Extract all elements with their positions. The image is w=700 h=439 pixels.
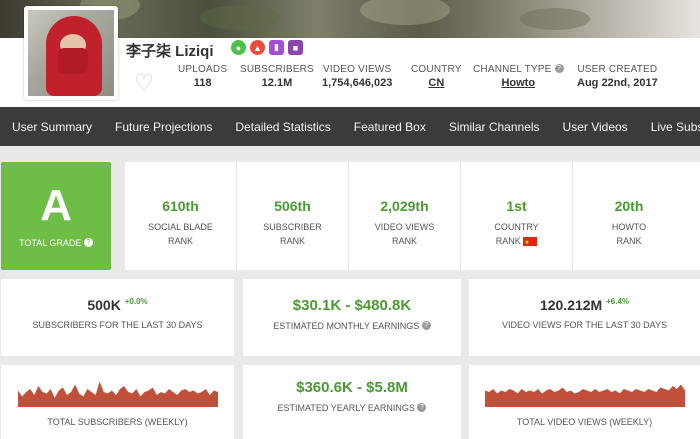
stat-user-created: USER CREATED Aug 22nd, 2017 [577,64,658,89]
nav-similar-channels[interactable]: Similar Channels [437,120,551,134]
stat-video-views: VIDEO VIEWS 1,754,646,023 [322,64,393,89]
channel-avatar[interactable] [24,6,118,100]
china-flag-icon [523,236,538,250]
channel-name: 李子柒 Liziqi [126,43,214,60]
video-icon[interactable]: ■ [288,40,303,55]
eye-icon[interactable]: ● [231,40,246,55]
rank-country: 1st COUNTRY RANK [461,162,573,270]
favorite-heart-icon[interactable]: ♡ [134,70,154,96]
grade-label: TOTAL GRADE [19,238,82,248]
channel-type-link[interactable]: Howto [473,77,564,89]
total-video-views-weekly-card: TOTAL VIDEO VIEWS (WEEKLY) [469,365,700,439]
help-icon[interactable]: ? [417,403,427,412]
rank-video-views: 2,029th VIDEO VIEWS RANK [349,162,461,270]
grade-letter: A [40,181,72,230]
banner-foliage [200,5,280,30]
fire-icon[interactable]: ▲ [250,40,265,55]
nav-user-videos[interactable]: User Videos [551,120,639,134]
subscribers-sparkline [17,381,218,407]
yearly-earnings-card: $360.6K - $5.8M ESTIMATED YEARLY EARNING… [243,365,461,439]
total-grade-card: A TOTAL GRADE ? [1,162,111,270]
rank-subscriber: 506th SUBSCRIBER RANK [237,162,349,270]
stat-subscribers: SUBSCRIBERS 12.1M [240,64,314,89]
banner-foliage [360,0,450,25]
nav-future-projections[interactable]: Future Projections [104,120,224,134]
stat-country: COUNTRY CN [411,64,462,89]
nav-featured-box[interactable]: Featured Box [342,120,437,134]
sparkline-area [484,384,685,407]
sparkline-area [17,381,218,407]
video-views-30-days-card: 120.212M +6.4% VIDEO VIEWS FOR THE LAST … [469,279,700,356]
help-icon[interactable]: ? [83,238,93,247]
country-link[interactable]: CN [411,77,462,89]
main-nav: User Summary Future Projections Detailed… [0,107,700,146]
ranks-panel: 610th SOCIAL BLADE RANK 506th SUBSCRIBER R… [125,162,700,270]
total-subscribers-weekly-card: TOTAL SUBSCRIBERS (WEEKLY) [1,365,234,439]
video-views-sparkline [484,384,685,407]
banner-foliage [520,8,590,30]
subscribers-30-days-card: 500K +0.0% SUBSCRIBERS FOR THE LAST 30 D… [1,279,234,356]
chart-icon[interactable]: ▮ [269,40,284,55]
nav-live-subscriber-count[interactable]: Live Subscriber Count [639,120,700,134]
nav-user-summary[interactable]: User Summary [0,120,104,134]
rank-social-blade: 610th SOCIAL BLADE RANK [125,162,237,270]
help-icon[interactable]: ? [554,64,564,73]
channel-badges: ● ▲ ▮ ■ [231,40,303,55]
stat-uploads: UPLOADS 118 [178,64,228,89]
nav-detailed-statistics[interactable]: Detailed Statistics [224,120,342,134]
monthly-earnings-card: $30.1K - $480.8K ESTIMATED MONTHLY EARNI… [243,279,461,356]
help-icon[interactable]: ? [421,321,431,330]
rank-howto: 20th HOWTO RANK [611,198,647,246]
stat-channel-type: CHANNEL TYPE ? Howto [473,64,564,89]
